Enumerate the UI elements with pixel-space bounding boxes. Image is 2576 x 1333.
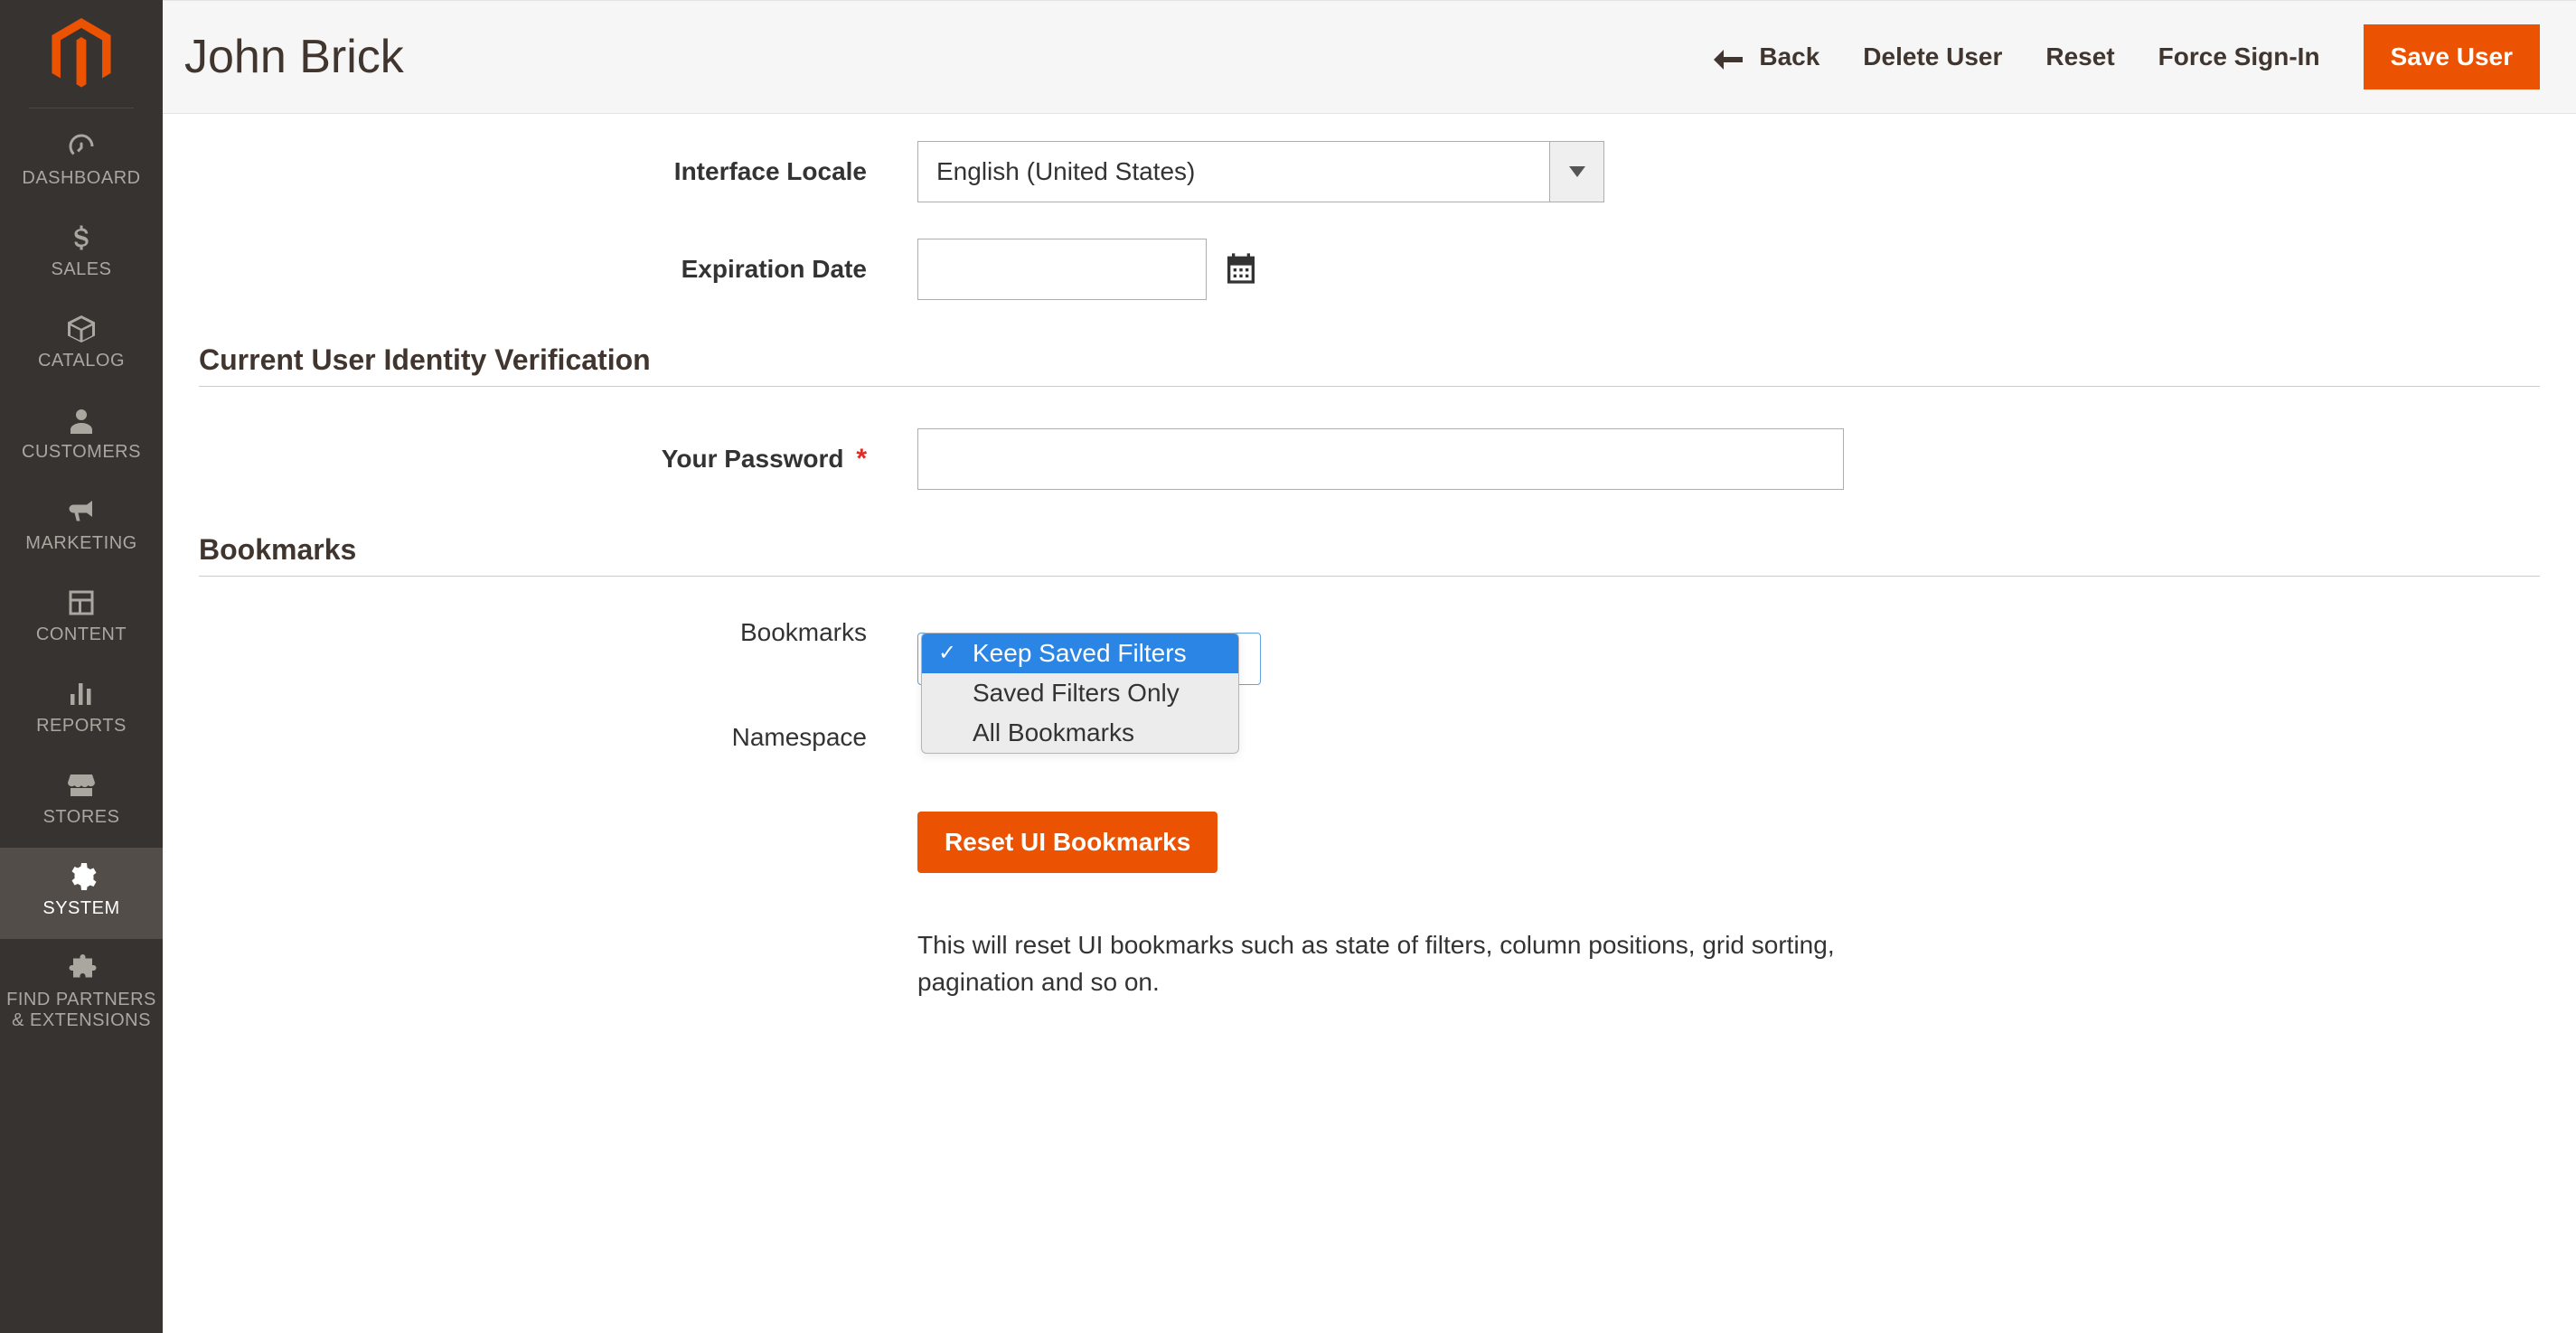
your-password-input[interactable] — [917, 428, 1844, 490]
bookmarks-dropdown-panel: Keep Saved Filters Saved Filters Only Al… — [921, 633, 1239, 754]
layout-icon — [63, 587, 99, 619]
store-icon — [63, 769, 99, 802]
gauge-icon — [63, 130, 99, 163]
person-icon — [63, 404, 99, 437]
nav-sales[interactable]: SALES — [0, 209, 163, 300]
bookmarks-option-all[interactable]: All Bookmarks — [922, 713, 1238, 753]
puzzle-icon — [63, 952, 99, 984]
expiration-date-label: Expiration Date — [456, 255, 917, 284]
delete-user-button[interactable]: Delete User — [1863, 42, 2002, 71]
bar-chart-icon — [63, 678, 99, 710]
section-divider — [199, 576, 2540, 577]
nav-label: CONTENT — [5, 624, 157, 645]
force-signin-button[interactable]: Force Sign-In — [2158, 42, 2320, 71]
bookmarks-help-text: This will reset UI bookmarks such as sta… — [917, 927, 1844, 1000]
nav-label: CUSTOMERS — [5, 442, 157, 463]
dollar-icon — [63, 221, 99, 254]
nav-content[interactable]: CONTENT — [0, 574, 163, 665]
megaphone-icon — [63, 495, 99, 528]
page-title: John Brick — [184, 30, 1714, 84]
nav-label: DASHBOARD — [5, 168, 157, 189]
magento-logo[interactable] — [29, 0, 134, 108]
identity-section-title: Current User Identity Verification — [199, 343, 2540, 377]
reset-button[interactable]: Reset — [2045, 42, 2114, 71]
nav-label: SALES — [5, 259, 157, 280]
save-user-button[interactable]: Save User — [2364, 24, 2540, 89]
arrow-left-icon — [1714, 47, 1743, 67]
nav-label: STORES — [5, 807, 157, 828]
nav-partners[interactable]: FIND PARTNERS & EXTENSIONS — [0, 939, 163, 1051]
nav-stores[interactable]: STORES — [0, 756, 163, 848]
namespace-label: Namespace — [646, 723, 917, 752]
interface-locale-select[interactable]: English (United States) — [917, 141, 1604, 202]
your-password-label: Your Password * — [456, 444, 917, 474]
bookmarks-select-label: Bookmarks — [646, 618, 917, 647]
nav-customers[interactable]: CUSTOMERS — [0, 391, 163, 483]
nav-label: MARKETING — [5, 533, 157, 554]
required-indicator: * — [856, 444, 867, 474]
nav-label: FIND PARTNERS & EXTENSIONS — [5, 990, 157, 1031]
interface-locale-value: English (United States) — [918, 142, 1549, 202]
nav-label: REPORTS — [5, 716, 157, 737]
nav-marketing[interactable]: MARKETING — [0, 483, 163, 574]
interface-locale-label: Interface Locale — [456, 157, 917, 186]
nav-system[interactable]: SYSTEM — [0, 848, 163, 939]
calendar-icon — [1223, 276, 1259, 289]
box-icon — [63, 313, 99, 345]
calendar-button[interactable] — [1223, 250, 1259, 289]
back-button[interactable]: Back — [1714, 42, 1819, 71]
bookmarks-option-saved-only[interactable]: Saved Filters Only — [922, 673, 1238, 713]
bookmarks-option-keep[interactable]: Keep Saved Filters — [922, 634, 1238, 673]
section-divider — [199, 386, 2540, 387]
nav-label: SYSTEM — [5, 898, 157, 919]
bookmarks-section-title: Bookmarks — [199, 533, 2540, 567]
expiration-date-input[interactable] — [917, 239, 1207, 300]
nav-catalog[interactable]: CATALOG — [0, 300, 163, 391]
gear-icon — [63, 860, 99, 893]
admin-sidebar: DASHBOARD SALES CATALOG CUSTOMERS MARKET… — [0, 0, 163, 1333]
nav-dashboard[interactable]: DASHBOARD — [0, 117, 163, 209]
nav-label: CATALOG — [5, 351, 157, 371]
page-header: John Brick Back Delete User Reset Force … — [163, 0, 2576, 114]
chevron-down-icon — [1549, 142, 1603, 202]
reset-ui-bookmarks-button[interactable]: Reset UI Bookmarks — [917, 812, 1217, 873]
nav-reports[interactable]: REPORTS — [0, 665, 163, 756]
back-label: Back — [1759, 42, 1819, 71]
